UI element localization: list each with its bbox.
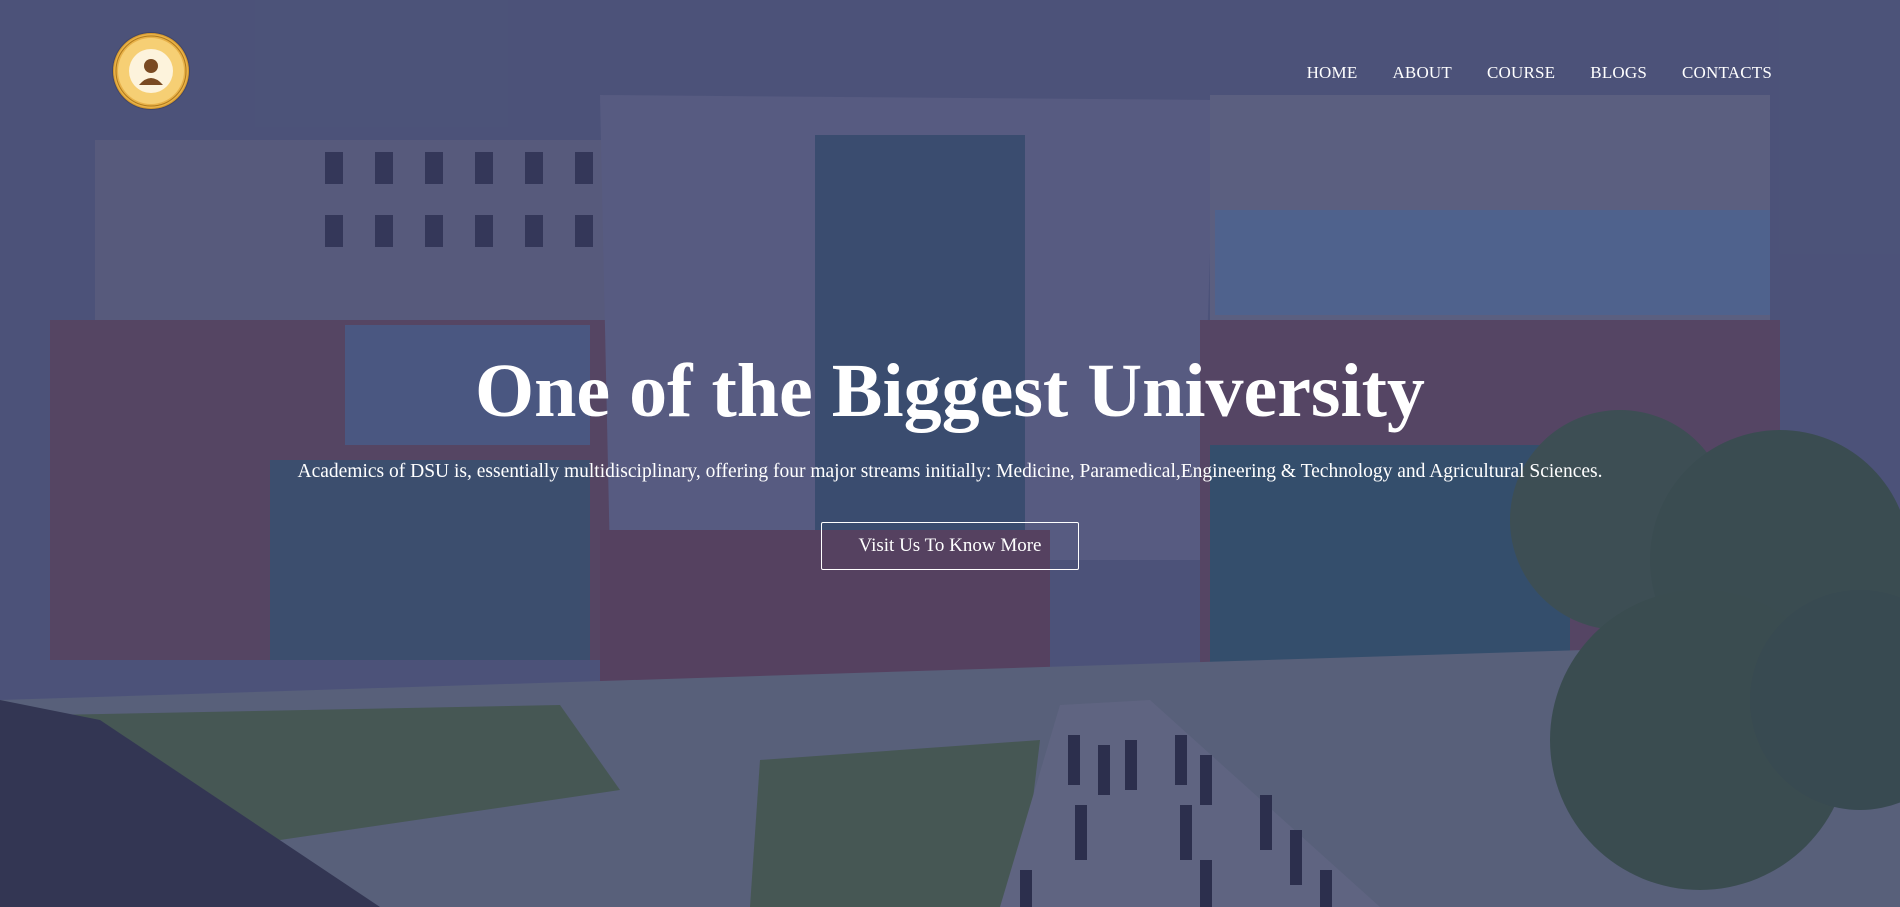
hero-title: One of the Biggest University <box>475 349 1425 433</box>
main-nav: HOME ABOUT COURSE BLOGS CONTACTS <box>1307 63 1772 83</box>
hero-subtitle: Academics of DSU is, essentially multidi… <box>297 461 1603 482</box>
background-overlay <box>0 0 1900 907</box>
nav-item-blogs[interactable]: BLOGS <box>1590 63 1647 83</box>
nav-item-contacts[interactable]: CONTACTS <box>1682 63 1772 83</box>
nav-item-about[interactable]: ABOUT <box>1392 63 1452 83</box>
visit-us-button[interactable]: Visit Us To Know More <box>821 522 1079 570</box>
logo-emblem-icon <box>114 34 188 108</box>
nav-item-home[interactable]: HOME <box>1307 63 1358 83</box>
university-logo[interactable] <box>113 33 189 109</box>
hero-section: HOME ABOUT COURSE BLOGS CONTACTS One of … <box>0 0 1900 907</box>
nav-item-course[interactable]: COURSE <box>1487 63 1555 83</box>
